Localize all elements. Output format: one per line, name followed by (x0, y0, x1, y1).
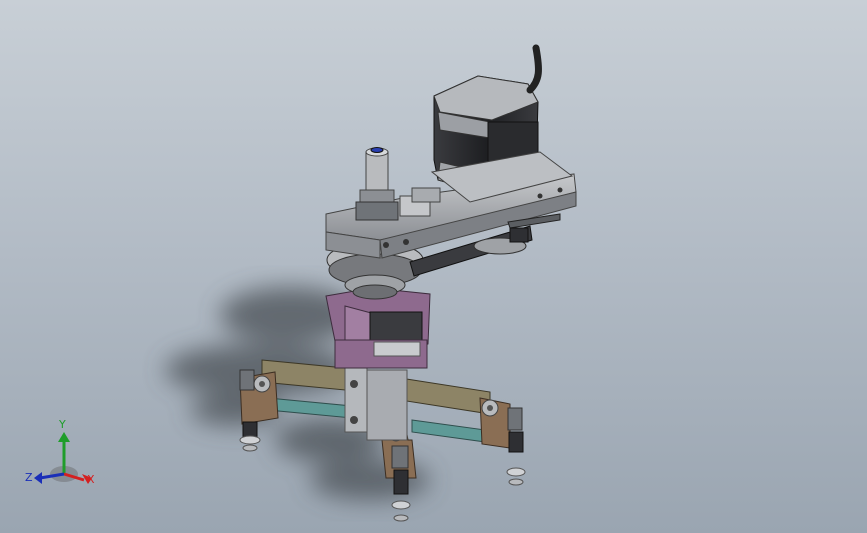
pneumatic-fitting[interactable] (355, 147, 399, 221)
z-arrow-head (34, 472, 42, 484)
cad-viewport[interactable]: Y X Z (0, 0, 867, 533)
motor-cable (526, 44, 542, 94)
y-axis-label: Y (58, 418, 66, 431)
z-axis-label: Z (25, 471, 33, 484)
central-slide-column[interactable] (344, 367, 408, 441)
gripper-assembly-model[interactable]: Y X Z (0, 0, 867, 533)
coordinate-triad: Y X Z (25, 418, 95, 486)
x-axis-label: X (87, 473, 95, 486)
purple-gearbox-housing[interactable] (325, 287, 431, 369)
y-arrow-head (58, 432, 70, 442)
